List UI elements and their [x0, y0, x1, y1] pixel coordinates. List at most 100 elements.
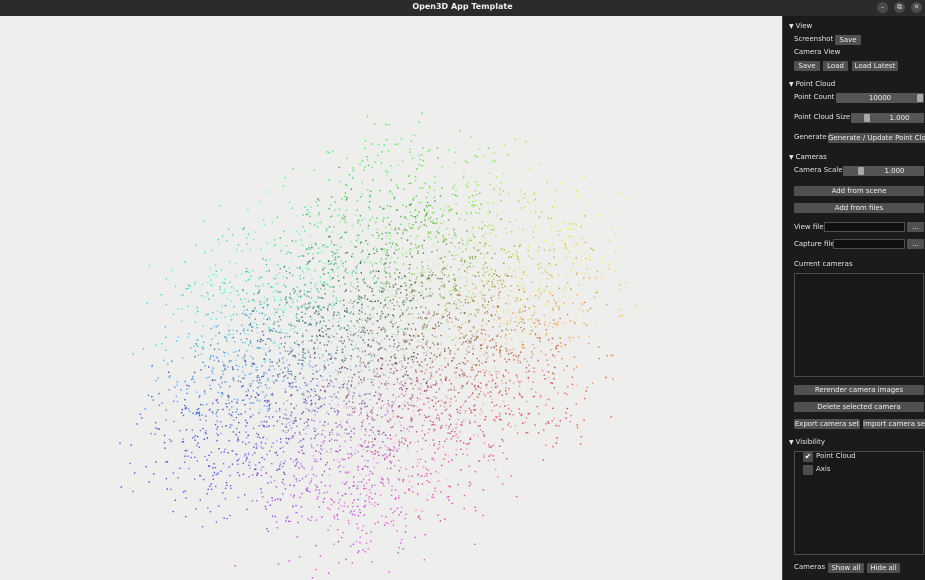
point — [422, 252, 424, 254]
point — [236, 408, 238, 410]
scene-viewport[interactable] — [0, 16, 782, 580]
point — [393, 261, 396, 264]
point — [485, 330, 487, 332]
point — [487, 226, 489, 228]
point — [518, 289, 520, 291]
point — [265, 508, 267, 510]
point — [490, 297, 492, 299]
point — [215, 399, 217, 401]
point — [431, 408, 433, 410]
point — [252, 326, 255, 328]
point — [430, 424, 432, 426]
point — [361, 468, 364, 470]
point — [423, 419, 426, 422]
point — [188, 385, 190, 387]
point — [309, 291, 311, 293]
point — [400, 360, 403, 362]
point — [296, 387, 298, 389]
minimize-icon[interactable]: – — [877, 2, 888, 13]
point — [448, 425, 450, 428]
point — [397, 333, 399, 336]
point — [414, 384, 417, 386]
point — [324, 436, 326, 438]
point — [458, 326, 460, 328]
point — [299, 418, 302, 420]
point — [403, 188, 405, 191]
point — [470, 136, 472, 138]
point — [417, 516, 419, 518]
point — [570, 269, 572, 272]
point — [499, 352, 501, 354]
point — [454, 232, 456, 234]
point — [377, 237, 379, 239]
point — [499, 445, 501, 447]
point — [374, 450, 376, 452]
point — [386, 377, 388, 379]
point — [317, 198, 319, 200]
point — [364, 261, 366, 263]
point — [431, 341, 434, 343]
point — [165, 409, 167, 411]
point — [430, 375, 432, 378]
point — [348, 174, 351, 176]
point — [614, 233, 617, 235]
point — [312, 373, 314, 375]
point — [256, 445, 258, 447]
point — [241, 324, 243, 326]
point — [339, 499, 341, 501]
point — [490, 391, 492, 393]
point — [384, 226, 387, 228]
point — [251, 270, 254, 272]
point — [428, 415, 430, 418]
point — [352, 401, 354, 404]
point — [216, 426, 219, 428]
point — [393, 308, 395, 310]
point — [440, 296, 442, 298]
point — [343, 432, 346, 434]
point — [254, 464, 257, 466]
point — [425, 354, 428, 356]
point — [461, 239, 464, 242]
point — [393, 323, 395, 325]
restore-icon[interactable]: ⧉ — [894, 2, 905, 13]
point — [403, 340, 405, 343]
point — [419, 345, 422, 347]
point — [431, 334, 433, 336]
point — [425, 308, 427, 310]
point — [324, 397, 326, 399]
point — [473, 385, 476, 388]
point — [432, 366, 434, 368]
point — [323, 369, 325, 371]
point — [408, 489, 410, 491]
point — [401, 384, 403, 386]
point — [373, 457, 375, 459]
point — [492, 249, 495, 251]
point — [483, 435, 485, 437]
point — [393, 371, 395, 373]
point — [266, 386, 268, 389]
point — [438, 419, 441, 421]
point — [195, 444, 198, 447]
point — [336, 432, 338, 435]
point — [447, 205, 450, 208]
point — [294, 432, 296, 434]
point — [301, 244, 304, 246]
point — [305, 384, 307, 387]
point — [391, 406, 393, 409]
point — [419, 398, 421, 400]
point — [150, 432, 152, 435]
point — [323, 288, 326, 290]
point — [269, 450, 271, 452]
point — [470, 340, 472, 342]
point — [347, 389, 349, 391]
point — [572, 258, 574, 260]
point — [335, 378, 337, 380]
point — [389, 360, 391, 362]
point — [345, 289, 347, 291]
point — [527, 319, 529, 321]
point — [474, 506, 476, 508]
close-icon[interactable]: ✕ — [911, 2, 922, 13]
point — [374, 418, 376, 421]
point — [412, 297, 414, 300]
point — [279, 319, 282, 321]
